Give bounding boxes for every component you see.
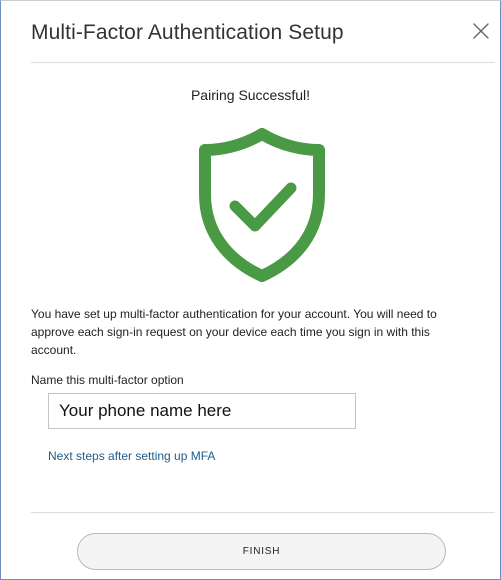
dialog-title: Multi-Factor Authentication Setup <box>31 21 344 44</box>
finish-button[interactable]: FINISH <box>77 533 446 570</box>
mfa-setup-dialog: Multi-Factor Authentication Setup Pairin… <box>0 0 501 580</box>
footer-divider <box>31 512 495 513</box>
header-divider <box>31 62 495 63</box>
pairing-status: Pairing Successful! <box>190 87 311 103</box>
mfa-description: You have set up multi-factor authenticat… <box>31 307 437 357</box>
next-steps-link[interactable]: Next steps after setting up MFA <box>48 449 215 463</box>
close-button[interactable] <box>469 19 493 43</box>
dialog-header: Multi-Factor Authentication Setup <box>1 1 500 63</box>
name-option-input[interactable] <box>48 393 356 429</box>
name-option-label: Name this multi-factor option <box>31 373 184 387</box>
shield-check-icon <box>199 128 325 282</box>
close-icon <box>473 23 489 39</box>
